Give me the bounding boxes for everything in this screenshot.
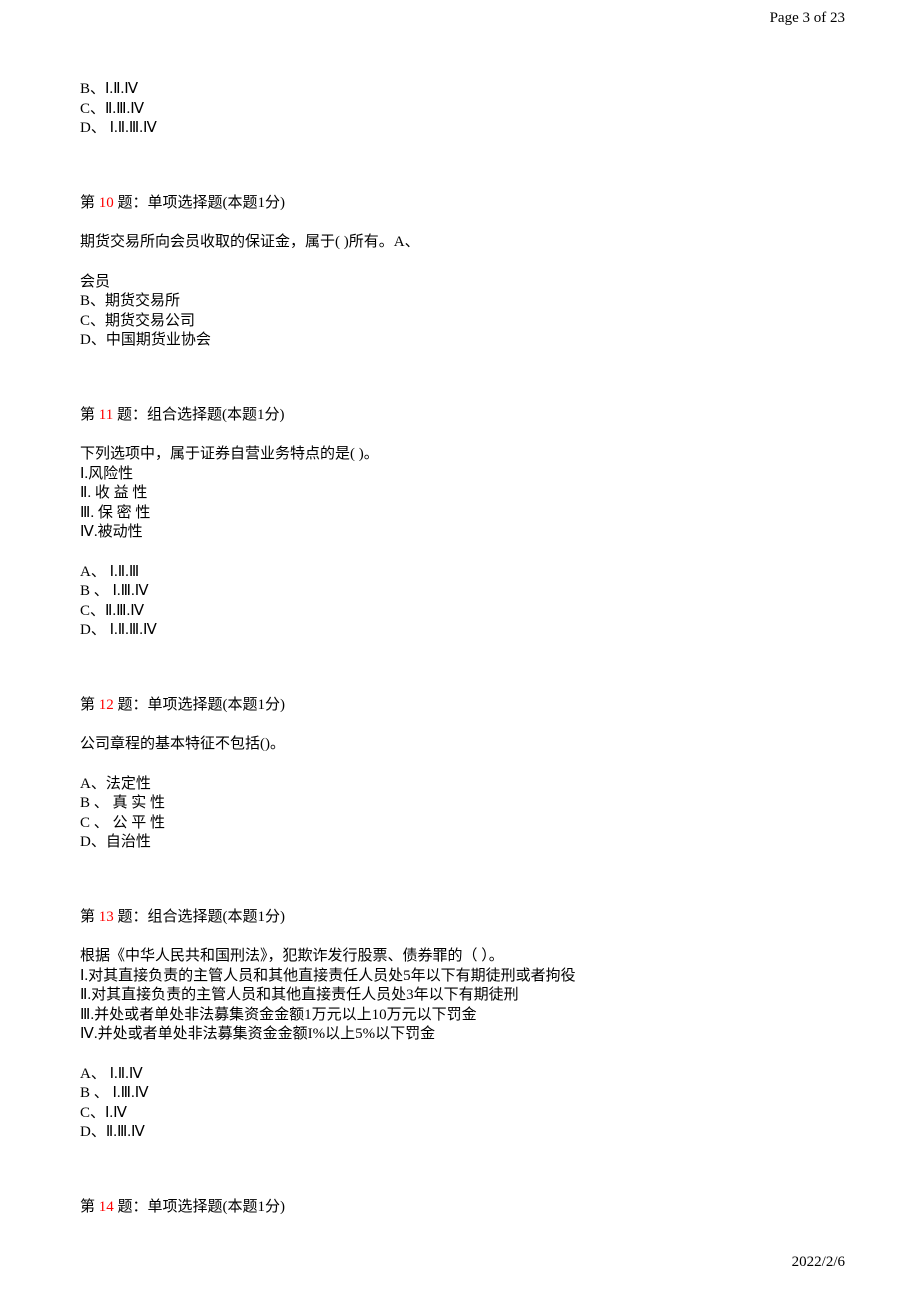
item-iv: Ⅳ.并处或者单处非法募集资金金额I%以上5%以下罚金: [80, 1025, 840, 1045]
option-d: D、 Ⅰ.Ⅱ.Ⅲ.Ⅳ: [80, 621, 840, 641]
option-a: 会员: [80, 273, 840, 293]
option-d: D、 Ⅰ.Ⅱ.Ⅲ.Ⅳ: [80, 119, 840, 139]
question-options: A、 Ⅰ.Ⅱ.Ⅲ B 、 Ⅰ.Ⅲ.Ⅳ C、Ⅱ.Ⅲ.Ⅳ D、 Ⅰ.Ⅱ.Ⅲ.Ⅳ: [80, 563, 840, 641]
option-d: D、自治性: [80, 833, 840, 853]
question-suffix: 题：组合选择题(本题1分): [114, 909, 285, 925]
page-header: Page 3 of 23: [770, 10, 845, 27]
question-12: 第 12 题：单项选择题(本题1分) 公司章程的基本特征不包括()。 A、法定性…: [80, 696, 840, 853]
option-b: B、期货交易所: [80, 292, 840, 312]
option-b: B 、 Ⅰ.Ⅲ.Ⅳ: [80, 582, 840, 602]
question-options: 会员 B、期货交易所 C、期货交易公司 D、中国期货业协会: [80, 273, 840, 351]
option-a: A、 Ⅰ.Ⅱ.Ⅲ: [80, 563, 840, 583]
option-c: C 、 公 平 性: [80, 814, 840, 834]
question-stem: 下列选项中，属于证券自营业务特点的是( )。 Ⅰ.风险性 Ⅱ. 收 益 性 Ⅲ.…: [80, 445, 840, 543]
option-c: C、期货交易公司: [80, 312, 840, 332]
question-header: 第 12 题：单项选择题(本题1分): [80, 696, 840, 716]
question-11: 第 11 题：组合选择题(本题1分) 下列选项中，属于证券自营业务特点的是( )…: [80, 406, 840, 641]
question-options: A、 Ⅰ.Ⅱ.Ⅳ B 、 Ⅰ.Ⅲ.Ⅳ C、Ⅰ.Ⅳ D、Ⅱ.Ⅲ.Ⅳ: [80, 1065, 840, 1143]
question-stem: 公司章程的基本特征不包括()。: [80, 735, 840, 755]
question-header: 第 13 题：组合选择题(本题1分): [80, 908, 840, 928]
item-iv: Ⅳ.被动性: [80, 523, 840, 543]
question-14: 第 14 题：单项选择题(本题1分): [80, 1198, 840, 1218]
question-10: 第 10 题：单项选择题(本题1分) 期货交易所向会员收取的保证金，属于( )所…: [80, 194, 840, 351]
question-number: 14: [99, 1199, 114, 1215]
item-i: Ⅰ.对其直接负责的主管人员和其他直接责任人员处5年以下有期徒刑或者拘役: [80, 967, 840, 987]
prev-question-tail: B、Ⅰ.Ⅱ.Ⅳ C、Ⅱ.Ⅲ.Ⅳ D、 Ⅰ.Ⅱ.Ⅲ.Ⅳ: [80, 80, 840, 139]
option-c: C、Ⅰ.Ⅳ: [80, 1104, 840, 1124]
question-suffix: 题：单项选择题(本题1分): [114, 697, 285, 713]
item-iii: Ⅲ. 保 密 性: [80, 504, 840, 524]
option-d: D、Ⅱ.Ⅲ.Ⅳ: [80, 1123, 840, 1143]
option-c: C、Ⅱ.Ⅲ.Ⅳ: [80, 100, 840, 120]
question-prefix: 第: [80, 1199, 99, 1215]
question-prefix: 第: [80, 195, 99, 211]
question-options: A、法定性 B 、 真 实 性 C 、 公 平 性 D、自治性: [80, 775, 840, 853]
option-a: A、 Ⅰ.Ⅱ.Ⅳ: [80, 1065, 840, 1085]
item-ii: Ⅱ. 收 益 性: [80, 484, 840, 504]
stem-line: 下列选项中，属于证券自营业务特点的是( )。: [80, 445, 840, 465]
question-number: 12: [99, 697, 114, 713]
question-suffix: 题：单项选择题(本题1分): [114, 1199, 285, 1215]
question-header: 第 11 题：组合选择题(本题1分): [80, 406, 840, 426]
option-b: B、Ⅰ.Ⅱ.Ⅳ: [80, 80, 840, 100]
question-number: 11: [99, 407, 113, 423]
page-content: B、Ⅰ.Ⅱ.Ⅳ C、Ⅱ.Ⅲ.Ⅳ D、 Ⅰ.Ⅱ.Ⅲ.Ⅳ 第 10 题：单项选择题(…: [80, 80, 840, 1272]
item-iii: Ⅲ.并处或者单处非法募集资金金额1万元以上10万元以下罚金: [80, 1006, 840, 1026]
question-suffix: 题：单项选择题(本题1分): [114, 195, 285, 211]
question-suffix: 题：组合选择题(本题1分): [113, 407, 284, 423]
page-number-label: Page 3 of 23: [770, 10, 845, 26]
option-a: A、法定性: [80, 775, 840, 795]
item-ii: Ⅱ.对其直接负责的主管人员和其他直接责任人员处3年以下有期徒刑: [80, 986, 840, 1006]
option-c: C、Ⅱ.Ⅲ.Ⅳ: [80, 602, 840, 622]
question-prefix: 第: [80, 407, 99, 423]
question-header: 第 10 题：单项选择题(本题1分): [80, 194, 840, 214]
question-prefix: 第: [80, 909, 99, 925]
question-stem: 期货交易所向会员收取的保证金，属于( )所有。A、: [80, 233, 840, 253]
footer-date: 2022/2/6: [792, 1254, 845, 1270]
page-footer: 2022/2/6: [792, 1254, 845, 1271]
question-stem: 根据《中华人民共和国刑法》，犯欺诈发行股票、债券罪的（ ）。 Ⅰ.对其直接负责的…: [80, 947, 840, 1045]
question-number: 10: [99, 195, 114, 211]
item-i: Ⅰ.风险性: [80, 465, 840, 485]
question-13: 第 13 题：组合选择题(本题1分) 根据《中华人民共和国刑法》，犯欺诈发行股票…: [80, 908, 840, 1143]
stem-line: 根据《中华人民共和国刑法》，犯欺诈发行股票、债券罪的（ ）。: [80, 947, 840, 967]
option-b: B 、 Ⅰ.Ⅲ.Ⅳ: [80, 1084, 840, 1104]
option-d: D、中国期货业协会: [80, 331, 840, 351]
option-b: B 、 真 实 性: [80, 794, 840, 814]
question-header: 第 14 题：单项选择题(本题1分): [80, 1198, 840, 1218]
question-number: 13: [99, 909, 114, 925]
question-prefix: 第: [80, 697, 99, 713]
